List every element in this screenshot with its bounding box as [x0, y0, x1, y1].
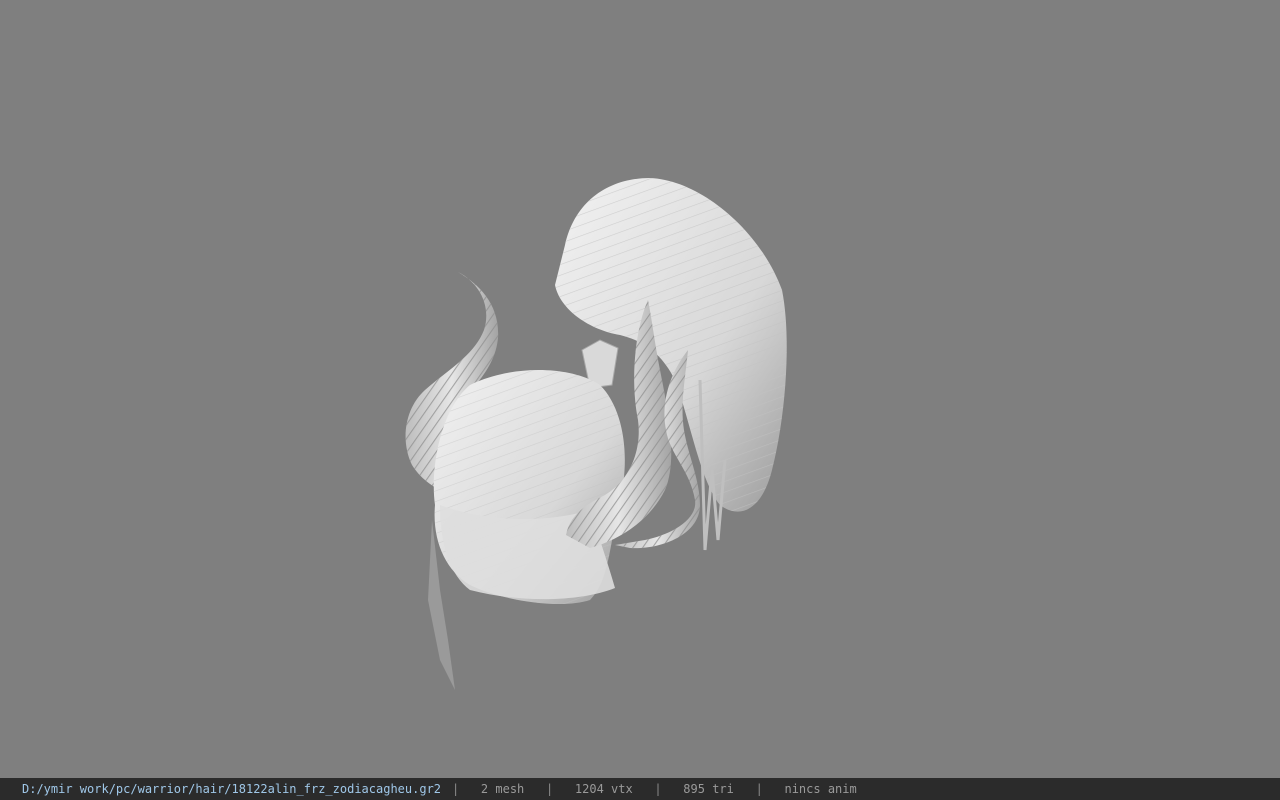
separator: |	[755, 782, 763, 796]
hair-model	[405, 178, 787, 690]
separator: |	[452, 782, 460, 796]
vertex-count: 1204 vtx	[574, 782, 633, 796]
separator: |	[654, 782, 662, 796]
status-bar: D:/ymir work/pc/warrior/hair/18122alin_f…	[0, 778, 1280, 800]
file-path: D:/ymir work/pc/warrior/hair/18122alin_f…	[22, 782, 442, 796]
anim-status: nincs anim	[784, 782, 857, 796]
model-stats: | 2 mesh | 1204 vtx | 895 tri | nincs an…	[452, 778, 857, 800]
triangle-count: 895 tri	[683, 782, 734, 796]
3d-viewport[interactable]	[0, 0, 1280, 778]
separator: |	[545, 782, 554, 796]
mesh-count: 2 mesh	[480, 782, 525, 796]
